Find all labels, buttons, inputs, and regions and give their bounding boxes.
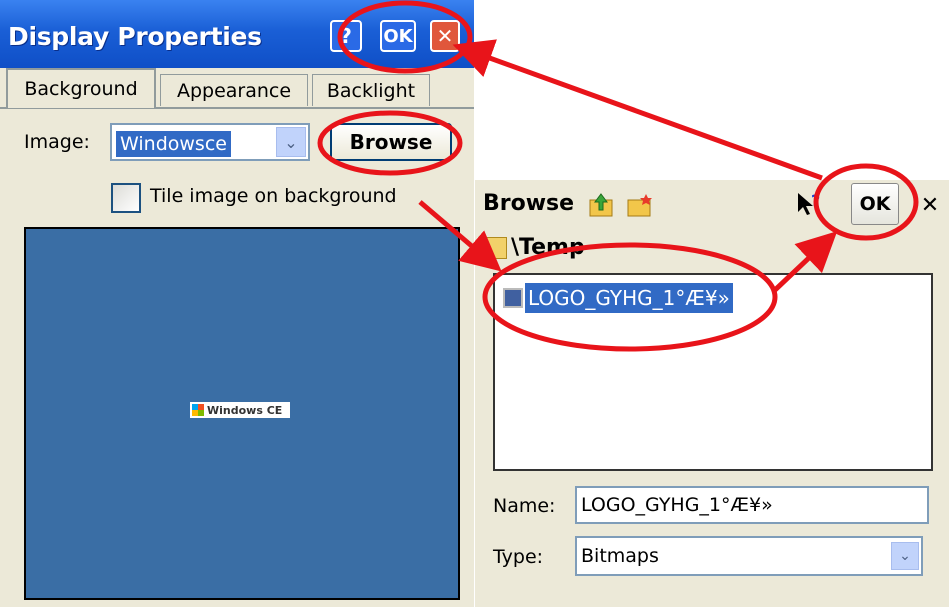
chevron-down-icon[interactable]: ⌄ <box>891 542 919 570</box>
ok-button[interactable]: OK <box>851 183 899 225</box>
type-select[interactable]: Bitmaps ⌄ <box>575 536 923 576</box>
dialog-title: Browse <box>483 191 575 216</box>
folder-up-icon[interactable] <box>585 188 617 222</box>
tab-appearance[interactable]: Appearance <box>160 74 308 106</box>
arrow-ok-to-ok <box>452 39 823 181</box>
title-bar: Display Properties ? OK ✕ <box>0 0 474 68</box>
name-field[interactable]: LOGO_GYHG_1°Æ¥» <box>575 486 929 524</box>
windows-ce-logo: Windows CE <box>190 402 290 418</box>
help-button[interactable]: ? <box>330 20 362 52</box>
tab-background[interactable]: Background <box>6 68 156 108</box>
type-select-value: Bitmaps <box>581 545 659 567</box>
help-icon: ? <box>340 24 352 48</box>
new-folder-icon[interactable] <box>623 188 655 222</box>
svg-text:?: ? <box>811 191 820 210</box>
close-button[interactable]: ✕ <box>915 188 945 222</box>
chevron-down-icon[interactable]: ⌄ <box>276 127 306 157</box>
ok-button[interactable]: OK <box>380 20 416 52</box>
tile-image-checkbox[interactable] <box>111 183 141 213</box>
close-button[interactable]: ✕ <box>430 20 460 52</box>
current-path: \Temp <box>511 235 585 260</box>
windows-flag-icon <box>192 404 204 416</box>
window-title: Display Properties <box>8 22 262 51</box>
image-label: Image: <box>24 131 90 153</box>
type-label: Type: <box>493 546 544 568</box>
browse-button[interactable]: Browse <box>330 123 452 161</box>
pointer-help-icon[interactable]: ? <box>793 188 825 222</box>
tile-image-label: Tile image on background <box>150 185 397 207</box>
close-icon: ✕ <box>436 24 454 48</box>
tab-backlight[interactable]: Backlight <box>312 74 430 106</box>
close-icon: ✕ <box>920 192 940 218</box>
windows-ce-logo-text: Windows CE <box>207 403 283 417</box>
display-properties-window: Display Properties ? OK ✕ Background App… <box>0 0 474 607</box>
name-label: Name: <box>493 495 556 517</box>
folder-search-icon <box>483 237 507 259</box>
file-name: LOGO_GYHG_1°Æ¥» <box>525 283 733 313</box>
image-select[interactable]: Windowsce ⌄ <box>110 123 310 161</box>
image-select-value: Windowsce <box>116 131 231 157</box>
tab-strip: Background Appearance Backlight <box>0 68 474 108</box>
list-item[interactable]: LOGO_GYHG_1°Æ¥» <box>503 283 733 313</box>
browse-dialog: Browse ? OK ✕ \Temp LOGO_GYHG_1°Æ¥» Name… <box>475 180 949 607</box>
bitmap-file-icon <box>503 288 523 308</box>
file-list[interactable]: LOGO_GYHG_1°Æ¥» <box>493 273 933 471</box>
